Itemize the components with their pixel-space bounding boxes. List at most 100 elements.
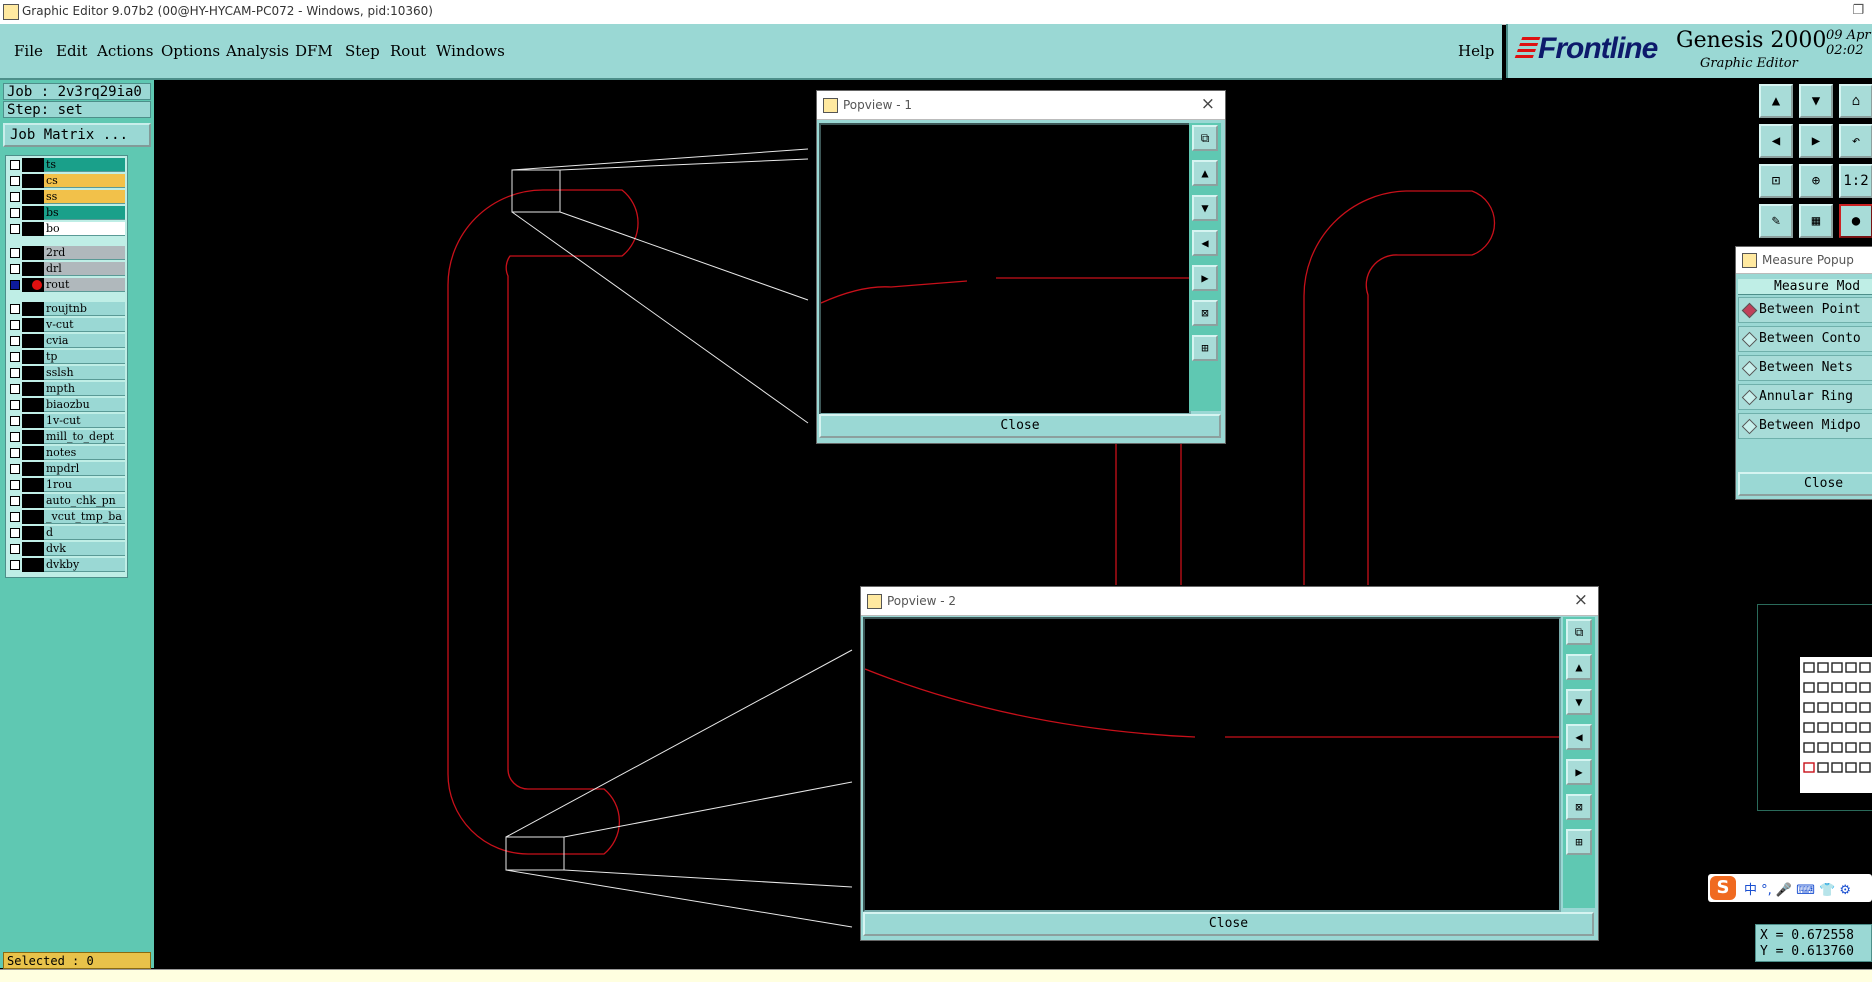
layer-checkbox[interactable] <box>10 560 20 570</box>
popview-2-canvas[interactable] <box>863 617 1561 912</box>
layer-checkbox[interactable] <box>10 160 20 170</box>
layer-checkbox[interactable] <box>10 432 20 442</box>
layer-row-1v-cut[interactable]: 1v-cut <box>8 414 125 428</box>
layer-checkbox[interactable] <box>10 224 20 234</box>
layer-row-bo[interactable]: bo <box>8 222 125 236</box>
layer-row-tp[interactable]: tp <box>8 350 125 364</box>
pan-down-icon[interactable]: ▼ <box>1192 195 1218 221</box>
snap-icon[interactable]: ● <box>1839 204 1872 238</box>
popview-1-titlebar[interactable]: Popview - 1 × <box>817 91 1225 120</box>
pan-left-icon[interactable]: ◀ <box>1566 724 1592 750</box>
measure-titlebar[interactable]: Measure Popup <box>1736 247 1872 274</box>
menu-file[interactable]: File <box>14 42 43 60</box>
layer-checkbox[interactable] <box>10 208 20 218</box>
layer-row-2rd[interactable]: 2rd <box>8 246 125 260</box>
popview-1-close-button[interactable]: Close <box>819 414 1221 438</box>
close-icon[interactable]: × <box>1201 94 1215 114</box>
layer-row-drl[interactable]: drl <box>8 262 125 276</box>
layer-checkbox[interactable] <box>10 304 20 314</box>
ime-toolbar[interactable]: S 中 °, 🎤 ⌨ 👕 ⚙ <box>1708 874 1872 902</box>
layer-row-ss[interactable]: ss <box>8 190 125 204</box>
pan-right-icon[interactable]: ▶ <box>1566 759 1592 785</box>
layer-checkbox[interactable] <box>10 416 20 426</box>
layer-row-mpth[interactable]: mpth <box>8 382 125 396</box>
popview-2-titlebar[interactable]: Popview - 2 × <box>861 587 1598 616</box>
overview-map[interactable] <box>1757 604 1872 811</box>
pan-up-icon[interactable]: ▲ <box>1192 160 1218 186</box>
pan-left-icon[interactable]: ◀ <box>1759 124 1793 158</box>
ratio-1-2-icon[interactable]: 1:2 <box>1839 164 1872 198</box>
layer-row-roujtnb[interactable]: roujtnb <box>8 302 125 316</box>
menu-dfm[interactable]: DFM <box>295 42 333 60</box>
layer-checkbox[interactable] <box>10 336 20 346</box>
pan-right-icon[interactable]: ▶ <box>1192 265 1218 291</box>
undo-view-icon[interactable]: ↶ <box>1839 124 1872 158</box>
layer-checkbox[interactable] <box>10 248 20 258</box>
restore-icon[interactable]: ❐ <box>1852 3 1864 18</box>
layer-checkbox[interactable] <box>10 176 20 186</box>
option-between-nets[interactable]: Between Nets <box>1738 355 1872 381</box>
layer-row--vcut-tmp-ba[interactable]: _vcut_tmp_ba <box>8 510 125 524</box>
pan-down-icon[interactable]: ▼ <box>1566 689 1592 715</box>
zoom-in-icon[interactable]: ⊠ <box>1566 794 1592 820</box>
grid-icon[interactable]: ▦ <box>1799 204 1833 238</box>
zoom-in-icon[interactable]: ⊕ <box>1799 164 1833 198</box>
menu-options[interactable]: Options <box>161 42 220 60</box>
layer-row-v-cut[interactable]: v-cut <box>8 318 125 332</box>
popview-2-close-button[interactable]: Close <box>863 912 1594 936</box>
close-icon[interactable]: × <box>1574 590 1588 610</box>
layer-checkbox[interactable] <box>10 320 20 330</box>
zoom-home-icon[interactable]: ⧉ <box>1566 619 1592 645</box>
option-between-contours[interactable]: Between Conto <box>1738 326 1872 352</box>
layer-row-ts[interactable]: ts <box>8 158 125 172</box>
layer-row-biaozbu[interactable]: biaozbu <box>8 398 125 412</box>
menu-step[interactable]: Step <box>345 42 380 60</box>
pan-left-icon[interactable]: ◀ <box>1192 230 1218 256</box>
layer-list[interactable]: ts cs ss bs bo 2rd drl rout roujtnb v-cut cvia tp ss… <box>5 155 128 578</box>
zoom-home-icon[interactable]: ⧉ <box>1192 125 1218 151</box>
layer-row-cs[interactable]: cs <box>8 174 125 188</box>
job-matrix-button[interactable]: Job Matrix ... <box>3 123 151 147</box>
layer-checkbox[interactable] <box>10 544 20 554</box>
layer-row-rout[interactable]: rout <box>8 278 125 292</box>
pan-up-icon[interactable]: ▲ <box>1566 654 1592 680</box>
layer-checkbox[interactable] <box>10 528 20 538</box>
option-between-midpoints[interactable]: Between Midpo <box>1738 413 1872 439</box>
layer-checkbox[interactable] <box>10 384 20 394</box>
layer-checkbox[interactable] <box>10 368 20 378</box>
layer-row-mpdrl[interactable]: mpdrl <box>8 462 125 476</box>
layer-row-notes[interactable]: notes <box>8 446 125 460</box>
menu-rout[interactable]: Rout <box>390 42 426 60</box>
layer-row-sslsh[interactable]: sslsh <box>8 366 125 380</box>
layer-row-dvkby[interactable]: dvkby <box>8 558 125 572</box>
pan-down-icon[interactable]: ▼ <box>1799 84 1833 118</box>
layer-checkbox[interactable] <box>10 512 20 522</box>
layer-checkbox[interactable] <box>10 400 20 410</box>
layer-checkbox[interactable] <box>10 192 20 202</box>
menu-windows[interactable]: Windows <box>436 42 505 60</box>
layer-checkbox[interactable] <box>10 496 20 506</box>
cursor-icon[interactable]: ✎ <box>1759 204 1793 238</box>
option-annular-ring[interactable]: Annular Ring <box>1738 384 1872 410</box>
zoom-out-icon[interactable]: ⊞ <box>1192 335 1218 361</box>
layer-row-cvia[interactable]: cvia <box>8 334 125 348</box>
menu-analysis[interactable]: Analysis <box>226 42 289 60</box>
layer-checkbox[interactable] <box>10 352 20 362</box>
menu-actions[interactable]: Actions <box>97 42 153 60</box>
measure-close-button[interactable]: Close <box>1738 472 1872 496</box>
layer-checkbox[interactable] <box>10 464 20 474</box>
pan-up-icon[interactable]: ▲ <box>1759 84 1793 118</box>
layer-checkbox[interactable] <box>10 264 20 274</box>
layer-checkbox[interactable] <box>10 280 20 290</box>
zoom-fit-icon[interactable]: ⊡ <box>1759 164 1793 198</box>
layer-row-auto-chk-pn[interactable]: auto_chk_pn <box>8 494 125 508</box>
menu-help[interactable]: Help <box>1458 42 1494 60</box>
option-between-points[interactable]: Between Point <box>1738 297 1872 323</box>
menu-edit[interactable]: Edit <box>56 42 87 60</box>
zoom-out-icon[interactable]: ⊞ <box>1566 829 1592 855</box>
layer-row-1rou[interactable]: 1rou <box>8 478 125 492</box>
zoom-in-icon[interactable]: ⊠ <box>1192 300 1218 326</box>
layer-row-bs[interactable]: bs <box>8 206 125 220</box>
home-icon[interactable]: ⌂ <box>1839 84 1872 118</box>
layer-checkbox[interactable] <box>10 448 20 458</box>
